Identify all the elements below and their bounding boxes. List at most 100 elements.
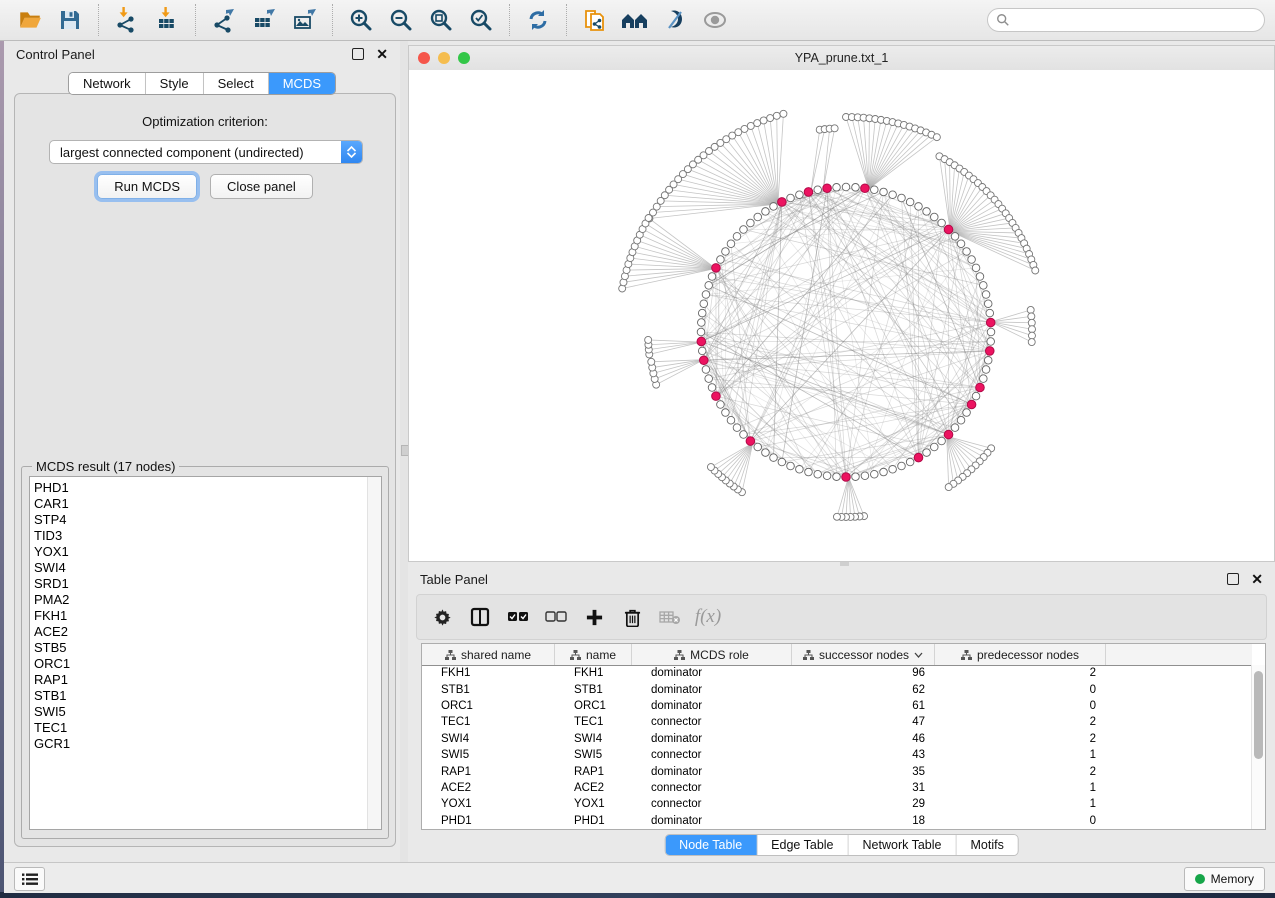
- refresh-layout-button[interactable]: [521, 3, 555, 37]
- open-file-button[interactable]: [13, 3, 47, 37]
- tab-style[interactable]: Style: [146, 73, 204, 94]
- cell-predecessor_nodes: 1: [935, 749, 1106, 761]
- mcds-list-scrollbar[interactable]: [367, 477, 381, 829]
- mcds-result-item[interactable]: STB5: [34, 640, 70, 656]
- cell-mcds_role: connector: [632, 782, 792, 794]
- export-image-button[interactable]: [287, 3, 321, 37]
- table-scrollbar[interactable]: [1251, 665, 1265, 829]
- tab-network-table[interactable]: Network Table: [849, 835, 957, 855]
- save-session-button[interactable]: [53, 3, 87, 37]
- zoom-selected-button[interactable]: [464, 3, 498, 37]
- mcds-result-item[interactable]: SWI4: [34, 560, 70, 576]
- show-columns-button[interactable]: [465, 602, 495, 632]
- scrollbar-thumb[interactable]: [1254, 671, 1263, 759]
- show-graphics-details-icon: [701, 7, 729, 33]
- import-table-button[interactable]: [150, 3, 184, 37]
- add-column-button[interactable]: [579, 602, 609, 632]
- float-window-icon[interactable]: [1227, 573, 1239, 585]
- table-row[interactable]: ACE2ACE2connector311: [422, 780, 1252, 796]
- cell-predecessor_nodes: 1: [935, 798, 1106, 810]
- mcds-result-item[interactable]: SWI5: [34, 704, 70, 720]
- table-row[interactable]: FKH1FKH1dominator962: [422, 665, 1252, 681]
- hide-selected-button[interactable]: [658, 3, 692, 37]
- import-network-button[interactable]: [110, 3, 144, 37]
- mcds-result-item[interactable]: ACE2: [34, 624, 70, 640]
- export-table-button[interactable]: [247, 3, 281, 37]
- run-mcds-button[interactable]: Run MCDS: [97, 174, 197, 199]
- vertical-splitter[interactable]: [400, 41, 408, 862]
- mcds-result-item[interactable]: PHD1: [34, 480, 70, 496]
- mcds-result-item[interactable]: PMA2: [34, 592, 70, 608]
- network-canvas[interactable]: [409, 70, 1274, 561]
- memory-button[interactable]: Memory: [1184, 867, 1265, 891]
- mcds-result-item[interactable]: SRD1: [34, 576, 70, 592]
- function-builder-button[interactable]: f(x): [693, 602, 723, 632]
- column-header-MCDS-role[interactable]: MCDS role: [632, 644, 792, 665]
- mcds-result-item[interactable]: STB1: [34, 688, 70, 704]
- export-table-icon: [251, 7, 277, 33]
- table-row[interactable]: TEC1TEC1connector472: [422, 714, 1252, 730]
- delete-column-button[interactable]: [617, 602, 647, 632]
- toolbar-separator: [195, 4, 196, 36]
- float-window-icon[interactable]: [352, 48, 364, 60]
- network-graph[interactable]: [409, 70, 1274, 561]
- import-network-icon: [114, 7, 140, 33]
- table-row[interactable]: SWI5SWI5connector431: [422, 747, 1252, 763]
- select-all-button[interactable]: [503, 602, 533, 632]
- table-row[interactable]: YOX1YOX1connector291: [422, 796, 1252, 812]
- table-row[interactable]: STB1STB1dominator620: [422, 681, 1252, 697]
- zoom-in-button[interactable]: [344, 3, 378, 37]
- toolbar-separator: [98, 4, 99, 36]
- tab-node-table[interactable]: Node Table: [665, 835, 757, 855]
- mcds-result-item[interactable]: ORC1: [34, 656, 70, 672]
- column-header-successor-nodes[interactable]: successor nodes: [792, 644, 935, 665]
- mcds-result-groupbox: MCDS result (17 nodes) PHD1CAR1STP4TID3Y…: [21, 466, 389, 839]
- criterion-dropdown[interactable]: largest connected component (undirected): [49, 140, 363, 164]
- network-window-titlebar[interactable]: YPA_prune.txt_1: [409, 46, 1274, 71]
- tab-mcds[interactable]: MCDS: [269, 73, 335, 94]
- mcds-result-list[interactable]: PHD1CAR1STP4TID3YOX1SWI4SRD1PMA2FKH1ACE2…: [29, 476, 382, 830]
- delete-table-button[interactable]: [655, 602, 685, 632]
- show-graphics-details-button[interactable]: [698, 3, 732, 37]
- mcds-result-item[interactable]: TID3: [34, 528, 70, 544]
- mcds-result-item[interactable]: FKH1: [34, 608, 70, 624]
- cell-name: ACE2: [555, 782, 632, 794]
- cell-name: STB1: [555, 684, 632, 696]
- cell-successor_nodes: 46: [792, 733, 935, 745]
- tab-select[interactable]: Select: [204, 73, 269, 94]
- table-row[interactable]: ORC1ORC1dominator610: [422, 698, 1252, 714]
- table-row[interactable]: PHD1PHD1dominator180: [422, 813, 1252, 829]
- task-history-button[interactable]: [14, 867, 45, 891]
- close-panel-icon[interactable]: ✕: [376, 49, 388, 59]
- column-header-predecessor-nodes[interactable]: predecessor nodes: [935, 644, 1106, 665]
- tab-motifs[interactable]: Motifs: [956, 835, 1017, 855]
- cell-shared_name: PHD1: [422, 815, 555, 827]
- mcds-result-item[interactable]: RAP1: [34, 672, 70, 688]
- clone-network-button[interactable]: [578, 3, 612, 37]
- column-header-name[interactable]: name: [555, 644, 632, 665]
- close-panel-button[interactable]: Close panel: [210, 174, 313, 199]
- first-neighbors-button[interactable]: [618, 3, 652, 37]
- column-label: shared name: [461, 648, 531, 662]
- table-row[interactable]: SWI4SWI4dominator462: [422, 731, 1252, 747]
- right-area: YPA_prune.txt_1 Table Panel ✕: [408, 41, 1275, 862]
- mcds-result-item[interactable]: STP4: [34, 512, 70, 528]
- cell-mcds_role: connector: [632, 716, 792, 728]
- table-row[interactable]: RAP1RAP1dominator352: [422, 763, 1252, 779]
- zoom-fit-button[interactable]: [424, 3, 458, 37]
- export-network-button[interactable]: [207, 3, 241, 37]
- mcds-result-item[interactable]: YOX1: [34, 544, 70, 560]
- mcds-result-item[interactable]: CAR1: [34, 496, 70, 512]
- mcds-result-item[interactable]: GCR1: [34, 736, 70, 752]
- close-panel-icon[interactable]: ✕: [1251, 574, 1263, 584]
- tab-network[interactable]: Network: [69, 73, 146, 94]
- tab-edge-table[interactable]: Edge Table: [757, 835, 848, 855]
- deselect-all-button[interactable]: [541, 602, 571, 632]
- mcds-result-item[interactable]: TEC1: [34, 720, 70, 736]
- column-header-shared-name[interactable]: shared name: [422, 644, 555, 665]
- zoom-out-button[interactable]: [384, 3, 418, 37]
- toolbar-search[interactable]: [987, 8, 1265, 32]
- table-settings-button[interactable]: [427, 602, 457, 632]
- memory-status-icon: [1195, 874, 1205, 884]
- search-input[interactable]: [1015, 12, 1256, 28]
